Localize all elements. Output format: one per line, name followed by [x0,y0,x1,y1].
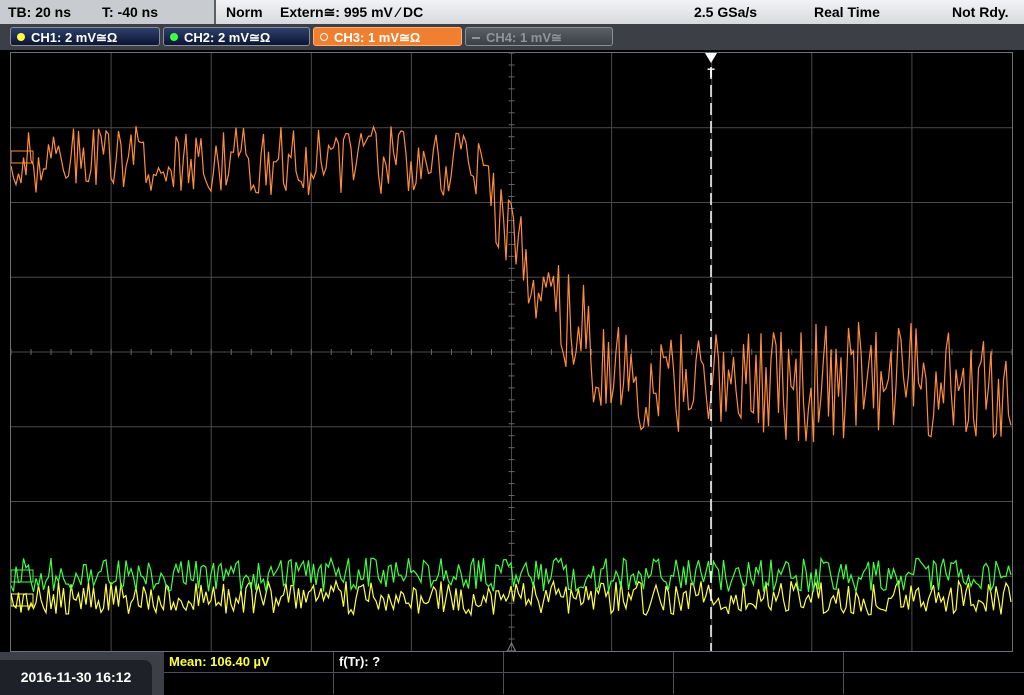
sample-rate: 2.5 GSa/s [694,4,758,20]
bottom-bar: 2016-11-30 16:12 Mean: 106.40 µV f(Tr): … [0,652,1024,695]
waveform-display[interactable]: T [10,52,1013,652]
trigger-marker-label: T [707,66,715,80]
measurement-slot-4[interactable] [674,652,844,673]
channel-3-button[interactable]: CH3: 1 mV≅Ω [313,27,462,46]
measurement-slot-7[interactable] [334,673,504,694]
measurement-table: Mean: 106.40 µV f(Tr): ? [164,652,1024,695]
channel-4-off-icon [472,37,480,39]
channel-1-label: CH1: 2 mV≅Ω [31,30,118,45]
mean-measurement[interactable]: Mean: 106.40 µV [164,652,334,673]
channel-3-label: CH3: 1 mV≅Ω [334,30,421,45]
trigger-position-marker-icon [705,53,717,63]
channel-bar: CH1: 2 mV≅Ω CH2: 2 mV≅Ω CH3: 1 mV≅Ω CH4:… [0,24,1024,50]
measurement-slot-5[interactable] [844,652,1024,673]
timebase-value: TB: 20 ns [8,4,72,20]
measurement-slot-10[interactable] [844,673,1024,694]
trigger-source: Extern≅: 995 mV ⁄ DC [280,4,424,20]
channel-3-indicator-icon [320,33,328,41]
channel-4-label: CH4: 1 mV≅ [486,30,562,45]
measurement-slot-9[interactable] [674,673,844,694]
channel-2-button[interactable]: CH2: 2 mV≅Ω [163,27,310,46]
channel-2-label: CH2: 2 mV≅Ω [184,30,271,45]
channel-3-ground-marker-icon [11,150,34,164]
trigger-panel[interactable]: Norm Extern≅: 995 mV ⁄ DC 2.5 GSa/s Real… [216,0,1024,24]
channel-2-indicator-icon [170,33,178,41]
measurement-slot-3[interactable] [504,652,674,673]
status-bar: TB: 20 ns T: -40 ns Norm Extern≅: 995 mV… [0,0,1024,24]
timebase-panel[interactable]: TB: 20 ns T: -40 ns [0,0,214,24]
rise-time-measurement[interactable]: f(Tr): ? [334,652,504,673]
acquisition-mode: Real Time [814,4,880,20]
measurement-slot-6[interactable] [164,673,334,694]
channel-4-button[interactable]: CH4: 1 mV≅ [465,27,613,46]
channel-1-indicator-icon [17,33,25,41]
acquisition-state: Not Rdy. [952,4,1009,20]
trigger-time-value: T: -40 ns [102,4,159,20]
trigger-mode: Norm [226,4,263,20]
datetime-display: 2016-11-30 16:12 [0,660,152,695]
channel-1-button[interactable]: CH1: 2 mV≅Ω [10,27,160,46]
measurement-slot-8[interactable] [504,673,674,694]
waveform-plot: T [11,53,1012,651]
